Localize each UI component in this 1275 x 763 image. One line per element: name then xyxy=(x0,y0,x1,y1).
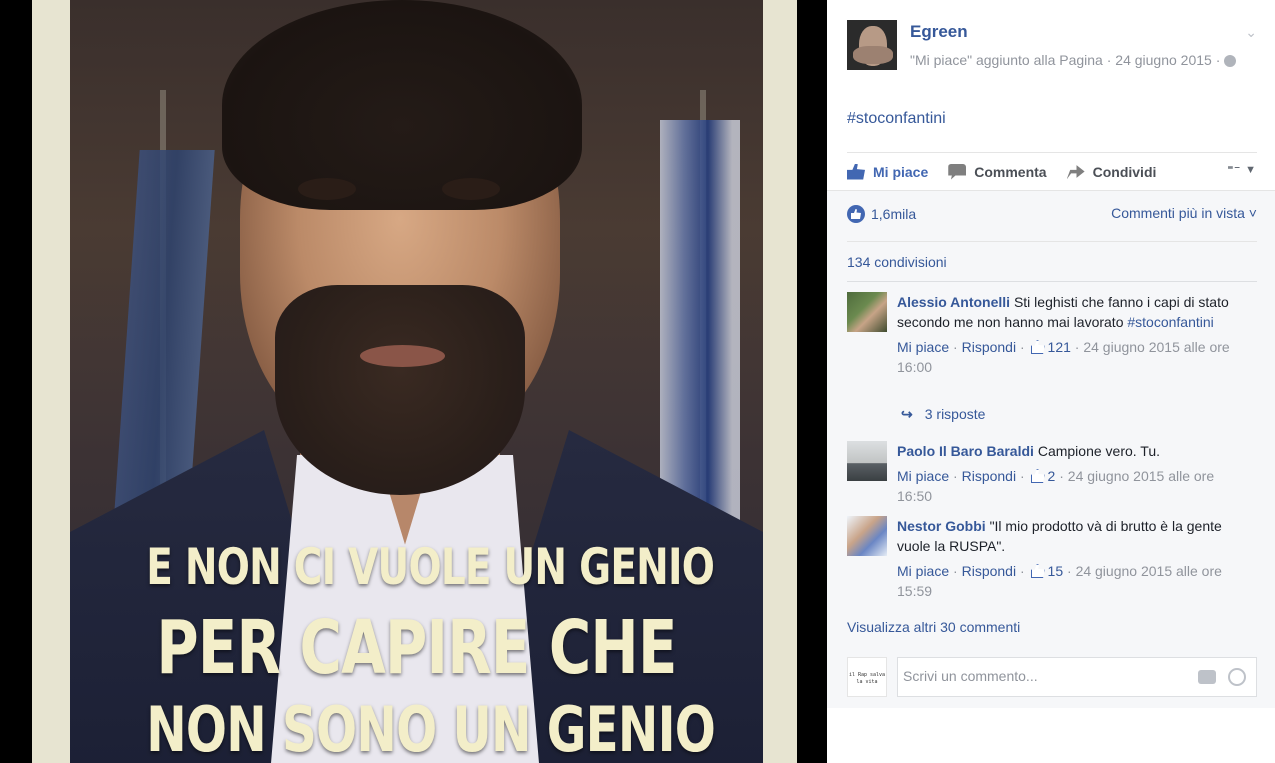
comment-composer: il Rap salva la vita Scrivi un commento.… xyxy=(847,657,1257,699)
commenter-name[interactable]: Alessio Antonelli xyxy=(897,294,1010,310)
comment-body: Paolo Il Baro Baraldi Campione vero. Tu.… xyxy=(897,441,1247,506)
quote-line-2: PER CAPIRE CHE xyxy=(156,605,677,691)
comment-meta: Mi piace · Rispondi · 15 · 24 giugno 201… xyxy=(897,563,1222,599)
commenter-name[interactable]: Paolo Il Baro Baraldi xyxy=(897,443,1034,459)
audience-dropdown-icon[interactable]: ⁼⁻ ▼ xyxy=(1227,163,1257,176)
shares-label: 134 condivisioni xyxy=(847,254,947,270)
comment-reply-link[interactable]: Rispondi xyxy=(962,563,1016,579)
thumbs-up-icon xyxy=(1030,340,1045,354)
viewer-avatar[interactable]: il Rap salva la vita xyxy=(847,657,887,697)
view-more-comments-link[interactable]: Visualizza altri 30 commenti xyxy=(847,619,1020,635)
post-meta: "Mi piace" aggiunto alla Pagina · 24 giu… xyxy=(910,50,1250,70)
beard xyxy=(275,285,525,495)
comment-like-link[interactable]: Mi piace xyxy=(897,468,949,484)
comment-meta: Mi piace · Rispondi · 2 · 24 giugno 2015… xyxy=(897,468,1215,504)
comment-input[interactable]: Scrivi un commento... xyxy=(897,657,1257,697)
action-bar: Mi piace Commenta Condividi ⁼⁻ ▼ xyxy=(847,152,1257,190)
eye-right xyxy=(442,178,500,200)
camera-icon[interactable] xyxy=(1198,670,1216,684)
comment-bubble-icon xyxy=(948,163,967,180)
like-button[interactable]: Mi piace xyxy=(847,163,929,180)
comment-text: Campione vero. Tu. xyxy=(1037,443,1160,459)
divider xyxy=(847,281,1257,282)
likes-summary: 1,6mila Commenti più in vista ˅ xyxy=(847,205,1257,223)
like-badge-icon xyxy=(847,205,865,223)
comment-body: Alessio Antonelli Sti leghisti che fanno… xyxy=(897,292,1247,377)
view-replies-link[interactable]: ↪ 3 risposte xyxy=(901,406,985,423)
post-panel: Egreen "Mi piace" aggiunto alla Pagina ·… xyxy=(827,0,1275,763)
like-count[interactable]: 1,6mila xyxy=(871,206,916,222)
share-arrow-icon xyxy=(1066,165,1085,180)
comment-like-link[interactable]: Mi piace xyxy=(897,563,949,579)
chevron-down-icon[interactable]: ⌄ xyxy=(1245,24,1257,41)
thumbs-up-icon xyxy=(1030,564,1045,578)
comment-body: Nestor Gobbi "Il mio prodotto và di brut… xyxy=(897,516,1247,601)
comment-label: Commenta xyxy=(974,163,1047,180)
author-name[interactable]: Egreen xyxy=(910,22,968,42)
comment-sort-label: Commenti più in vista xyxy=(1111,205,1245,221)
photo-frame: E NON CI VUOLE UN GENIO PER CAPIRE CHE N… xyxy=(32,0,797,763)
comment-reply-link[interactable]: Rispondi xyxy=(962,339,1016,355)
comment-meta: Mi piace · Rispondi · 121 · 24 giugno 20… xyxy=(897,339,1230,375)
like-label: Mi piace xyxy=(873,163,929,180)
emoji-icon[interactable] xyxy=(1228,668,1246,686)
mouth xyxy=(360,345,445,367)
comment-like-link[interactable]: Mi piace xyxy=(897,339,949,355)
thumbs-up-icon xyxy=(1030,469,1045,483)
share-button[interactable]: Condividi xyxy=(1066,163,1157,180)
replies-count: 3 risposte xyxy=(924,406,986,422)
comment-hashtag[interactable]: #stoconfantini xyxy=(1127,314,1213,330)
quote-line-3: NON SONO UN GENIO xyxy=(146,693,716,763)
comment-like-count[interactable]: 15 xyxy=(1048,563,1064,579)
commenter-avatar[interactable] xyxy=(847,292,887,332)
avatar-hand xyxy=(853,46,893,64)
commenter-name[interactable]: Nestor Gobbi xyxy=(897,518,986,534)
post-header: Egreen "Mi piace" aggiunto alla Pagina ·… xyxy=(847,18,1257,88)
comment-button[interactable]: Commenta xyxy=(948,163,1047,180)
globe-icon[interactable] xyxy=(1224,55,1237,67)
comment-sort-dropdown[interactable]: Commenti più in vista ˅ xyxy=(1111,205,1257,221)
commenter-avatar[interactable] xyxy=(847,516,887,556)
thumbs-up-icon xyxy=(847,163,865,180)
eye-left xyxy=(298,178,356,200)
post-photo[interactable]: E NON CI VUOLE UN GENIO PER CAPIRE CHE N… xyxy=(70,0,763,763)
author-avatar[interactable] xyxy=(847,20,897,70)
share-label: Condividi xyxy=(1092,163,1157,180)
hair xyxy=(222,0,582,210)
comments-section: 1,6mila Commenti più in vista ˅ 134 cond… xyxy=(827,190,1275,708)
comment-like-count[interactable]: 121 xyxy=(1048,339,1071,355)
commenter-avatar[interactable] xyxy=(847,441,887,481)
post-meta-text: "Mi piace" aggiunto alla Pagina · 24 giu… xyxy=(910,52,1221,68)
photo-stage: E NON CI VUOLE UN GENIO PER CAPIRE CHE N… xyxy=(0,0,827,763)
comment-input-placeholder: Scrivi un commento... xyxy=(903,668,1038,684)
comment-reply-link[interactable]: Rispondi xyxy=(962,468,1016,484)
post-hashtag[interactable]: #stoconfantini xyxy=(847,110,946,128)
quote-line-1: E NON CI VUOLE UN GENIO xyxy=(146,538,715,596)
reply-arrow-icon: ↪ xyxy=(901,406,913,422)
comment-like-count[interactable]: 2 xyxy=(1048,468,1056,484)
shares-count[interactable]: 134 condivisioni xyxy=(847,241,1257,281)
